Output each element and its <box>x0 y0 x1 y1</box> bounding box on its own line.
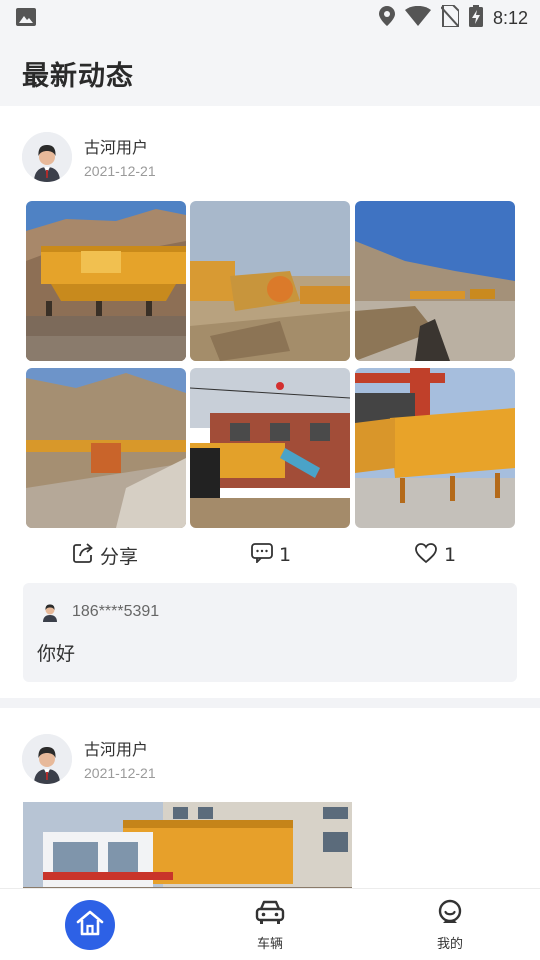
share-label: 分享 <box>100 545 139 568</box>
post-date: 2021-12-21 <box>84 163 156 179</box>
home-icon <box>75 909 105 941</box>
post-photo[interactable] <box>355 368 515 528</box>
like-button[interactable]: 1 <box>414 539 456 571</box>
post-photo[interactable] <box>26 201 186 361</box>
nav-profile[interactable]: 我的 <box>390 889 510 960</box>
post-photo[interactable] <box>190 368 350 528</box>
post-actions: 分享 1 1 <box>0 539 540 571</box>
no-sim-icon <box>440 4 460 31</box>
post-photo[interactable] <box>23 802 352 888</box>
share-icon <box>72 542 94 569</box>
wifi-icon <box>404 5 431 30</box>
heart-icon <box>414 542 438 569</box>
location-icon <box>378 6 395 30</box>
post-username[interactable]: 古河用户 <box>84 134 148 158</box>
comment-username[interactable]: 186****5391 <box>72 603 159 621</box>
post-username[interactable]: 古河用户 <box>84 736 148 760</box>
post-date: 2021-12-21 <box>84 765 156 781</box>
post-photo[interactable] <box>190 201 350 361</box>
nav-vehicles-label: 车辆 <box>256 937 283 952</box>
image-icon <box>16 8 36 30</box>
post-card: 古河用户 2021-12-21 <box>0 106 540 698</box>
nav-profile-label: 我的 <box>436 937 463 952</box>
page-title: 最新动态 <box>22 61 134 92</box>
bottom-nav: 车辆 我的 <box>0 888 540 960</box>
comment-text: 你好 <box>37 643 76 665</box>
post-card: 古河用户 2021-12-21 <box>0 708 540 888</box>
nav-home[interactable] <box>30 889 150 960</box>
post-photo[interactable] <box>355 201 515 361</box>
comment-icon <box>251 542 273 568</box>
like-count: 1 <box>444 544 457 566</box>
profile-icon <box>435 899 465 927</box>
nav-vehicles[interactable]: 车辆 <box>210 889 330 960</box>
status-bar: 8:12 <box>0 0 540 34</box>
comment-list: 186****5391 你好 <box>23 583 517 682</box>
share-button[interactable]: 分享 <box>72 539 138 571</box>
status-time: 8:12 <box>492 7 528 28</box>
comment-button[interactable]: 1 <box>251 539 291 571</box>
comment-avatar <box>41 602 59 622</box>
app-header: 最新动态 <box>0 34 540 106</box>
comment-count: 1 <box>279 544 292 566</box>
avatar[interactable] <box>22 132 72 182</box>
avatar[interactable] <box>22 734 72 784</box>
car-icon <box>255 899 285 927</box>
battery-charging-icon <box>468 5 483 31</box>
home-button[interactable] <box>65 900 115 950</box>
post-divider <box>0 698 540 708</box>
feed-list[interactable]: 古河用户 2021-12-21 分享 1 1 186****5391 你好 古河… <box>0 106 540 888</box>
post-photo[interactable] <box>26 368 186 528</box>
